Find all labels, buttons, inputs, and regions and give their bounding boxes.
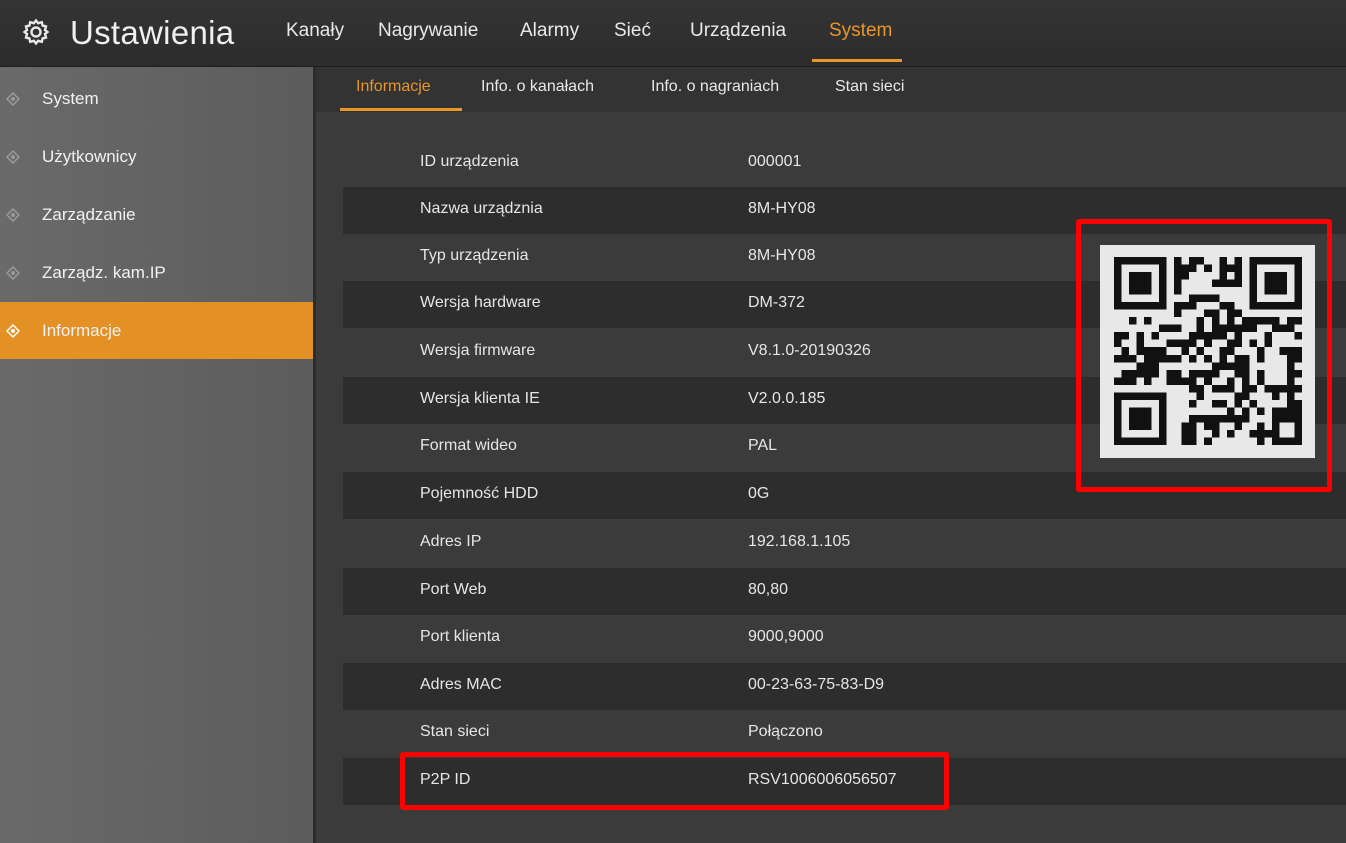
tab-siec[interactable]: Sieć <box>614 20 651 42</box>
diamond-bullet-icon <box>6 266 20 280</box>
p2p-highlight-frame <box>400 752 949 810</box>
page-title: Ustawienia <box>70 14 235 51</box>
tab-nagrywanie[interactable]: Nagrywanie <box>378 20 478 42</box>
info-value: 80,80 <box>748 581 789 598</box>
info-value: 192.168.1.105 <box>748 533 851 550</box>
info-label: Wersja firmware <box>420 342 536 359</box>
info-value: V2.0.0.185 <box>748 390 826 407</box>
diamond-bullet-icon <box>6 92 20 106</box>
info-label: Wersja klienta IE <box>420 390 540 407</box>
info-value: 0G <box>748 485 770 502</box>
sidebar-item-zarzadzanie[interactable]: Zarządzanie <box>0 186 313 243</box>
info-row-ip: Adres IP 192.168.1.105 <box>343 520 1346 567</box>
info-row-mac: Adres MAC 00-23-63-75-83-D9 <box>343 663 1346 710</box>
sidebar-item-label: Użytkownicy <box>42 147 137 166</box>
sidebar-item-label: Informacje <box>42 321 122 340</box>
info-label: ID urządzenia <box>420 153 519 170</box>
sidebar-item-uzytkownicy[interactable]: Użytkownicy <box>0 128 313 185</box>
info-value: 000001 <box>748 153 802 170</box>
tab-kanaly[interactable]: Kanały <box>286 20 344 42</box>
info-label: Adres IP <box>420 533 482 550</box>
info-value: DM-372 <box>748 294 805 311</box>
info-label: Wersja hardware <box>420 294 541 311</box>
diamond-bullet-icon <box>6 324 20 338</box>
tab-system[interactable]: System <box>829 20 892 42</box>
info-value: PAL <box>748 437 778 454</box>
info-label: Pojemność HDD <box>420 485 539 502</box>
info-label: Typ urządzenia <box>420 247 529 264</box>
info-value: Połączono <box>748 723 823 740</box>
sidebar-item-zarzadz-kam-ip[interactable]: Zarządz. kam.IP <box>0 244 313 301</box>
sidebar-item-label: System <box>42 89 99 108</box>
info-label: Format wideo <box>420 437 517 454</box>
qr-highlight-frame <box>1076 219 1332 492</box>
subtab-stan-sieci[interactable]: Stan sieci <box>835 78 904 96</box>
info-row-device-id: ID urządzenia 000001 <box>343 140 1346 187</box>
info-value: 9000,9000 <box>748 628 824 645</box>
subtab-informacje[interactable]: Informacje <box>356 78 431 96</box>
sidebar-item-label: Zarządzanie <box>42 205 136 224</box>
info-label: Port klienta <box>420 628 501 645</box>
info-value: V8.1.0-20190326 <box>748 342 871 359</box>
info-value: 8M-HY08 <box>748 200 816 217</box>
sidebar-item-system[interactable]: System <box>0 70 313 127</box>
diamond-bullet-icon <box>6 208 20 222</box>
top-bar: Ustawienia Kanały Nagrywanie Alarmy Sieć… <box>0 0 1346 67</box>
active-subtab-indicator <box>340 108 462 111</box>
subtab-bar: Informacje Info. o kanałach Info. o nagr… <box>316 67 1346 112</box>
sidebar-item-label: Zarządz. kam.IP <box>42 263 166 282</box>
diamond-bullet-icon <box>6 150 20 164</box>
info-label: Adres MAC <box>420 676 502 693</box>
sidebar: System Użytkownicy Zarządzanie Zarządz. … <box>0 67 316 843</box>
tab-alarmy[interactable]: Alarmy <box>520 20 579 42</box>
sidebar-item-informacje[interactable]: Informacje <box>0 302 313 359</box>
info-row-network-state: Stan sieci Połączono <box>343 710 1346 757</box>
tab-urzadzenia[interactable]: Urządzenia <box>690 20 786 42</box>
subtab-info-kanaly[interactable]: Info. o kanałach <box>481 78 594 96</box>
info-value: 8M-HY08 <box>748 247 816 264</box>
info-row-client-port: Port klienta 9000,9000 <box>343 615 1346 662</box>
gear-icon <box>22 18 50 46</box>
info-row-web-port: Port Web 80,80 <box>343 568 1346 615</box>
info-label: Stan sieci <box>420 723 490 740</box>
active-tab-indicator <box>812 59 902 62</box>
info-label: Port Web <box>420 581 487 598</box>
subtab-info-nagrania[interactable]: Info. o nagraniach <box>651 78 779 96</box>
info-label: Nazwa urządznia <box>420 200 543 217</box>
info-value: 00-23-63-75-83-D9 <box>748 676 885 693</box>
